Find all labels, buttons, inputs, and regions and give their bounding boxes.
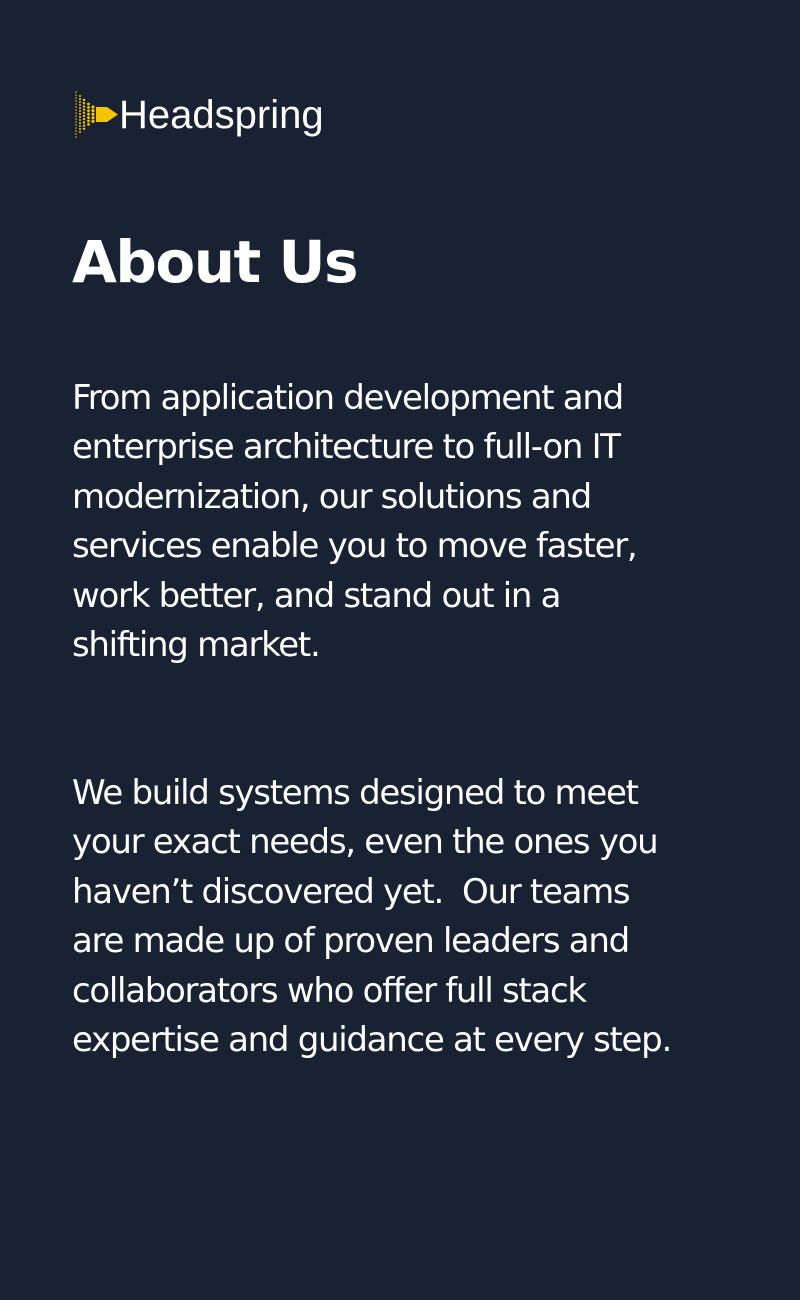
paragraph-line: collaborators who offer full stack [72,970,587,1011]
brand-name: Headspring [119,93,324,137]
paragraph-line: expertise and guidance at every step. [72,1020,672,1061]
paragraph-line: work better, and stand out in a [72,575,561,616]
paragraph-line: enterprise architecture to full-on IT [72,427,621,468]
headspring-logo[interactable]: Headspring [73,90,324,140]
paragraph-line: shifting market. [72,625,321,666]
paragraph-line: services enable you to move faster, [72,526,638,567]
teams-paragraph: We build systems designed to meet your e… [72,769,732,1065]
paragraph-line: From application development and [72,378,624,418]
paragraph-line: are made up of proven leaders and [72,921,630,962]
page-title: About Us [72,228,359,296]
intro-paragraph: From application development and enterpr… [72,374,732,670]
paragraph-line: We build systems designed to meet [72,773,639,813]
paragraph-line: haven’t discovered yet. Our teams [72,871,631,912]
headspring-arrow-logo-icon [75,91,118,138]
paragraph-line: your exact needs, even the ones you [72,822,659,863]
paragraph-line: modernization, our solutions and [72,476,592,517]
about-us-page: Headspring About Us From application dev… [0,0,800,1300]
